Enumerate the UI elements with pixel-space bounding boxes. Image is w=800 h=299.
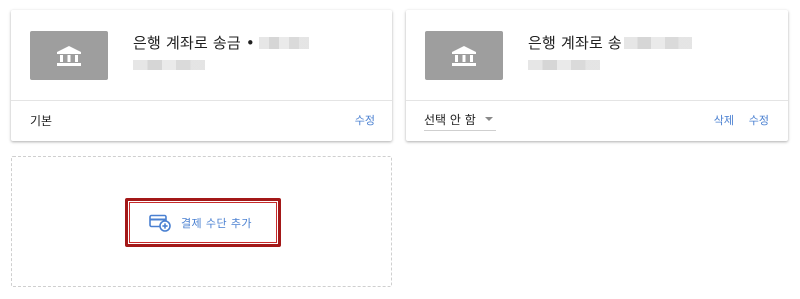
add-payment-method-button[interactable]: 결제 수단 추가 xyxy=(125,198,281,247)
edit-button[interactable]: 수정 xyxy=(355,112,375,128)
payment-method-header: 은행 계좌로 송금 • xyxy=(11,10,392,101)
bank-tile xyxy=(425,31,503,80)
payment-method-footer: 기본 수정 xyxy=(11,101,392,141)
bank-tile xyxy=(30,31,108,80)
delete-button[interactable]: 삭제 xyxy=(714,112,734,128)
payment-method-card: 은행 계좌로 송 선택 안 함 삭제 수정 xyxy=(406,10,788,141)
masked-account-details xyxy=(528,60,600,70)
payment-method-header: 은행 계좌로 송 xyxy=(406,10,788,101)
payment-method-title: 은행 계좌로 송 xyxy=(528,32,692,53)
priority-select-value: 선택 안 함 xyxy=(424,112,476,127)
payment-method-title-text: 은행 계좌로 송금 • xyxy=(133,34,255,52)
payment-method-card: 은행 계좌로 송금 • 기본 수정 xyxy=(11,10,392,141)
caret-down-icon xyxy=(484,117,493,121)
payment-method-title-text: 은행 계좌로 송 xyxy=(528,34,622,52)
bank-icon xyxy=(57,45,81,66)
masked-account-number xyxy=(623,36,692,49)
payment-method-title: 은행 계좌로 송금 • xyxy=(133,32,309,53)
masked-account-details xyxy=(133,60,205,70)
payment-method-footer: 선택 안 함 삭제 수정 xyxy=(406,101,788,141)
masked-account-number xyxy=(258,36,309,49)
edit-button[interactable]: 수정 xyxy=(749,112,769,128)
add-card-icon xyxy=(149,214,171,232)
add-payment-method-label: 결제 수단 추가 xyxy=(181,216,252,230)
payment-methods-page: 은행 계좌로 송금 • 기본 수정 은행 계좌로 송 선택 안 함 삭제 수정 … xyxy=(0,0,800,299)
priority-select[interactable]: 선택 안 함 xyxy=(424,108,496,131)
default-status-label: 기본 xyxy=(30,114,53,128)
bank-icon xyxy=(452,45,476,66)
